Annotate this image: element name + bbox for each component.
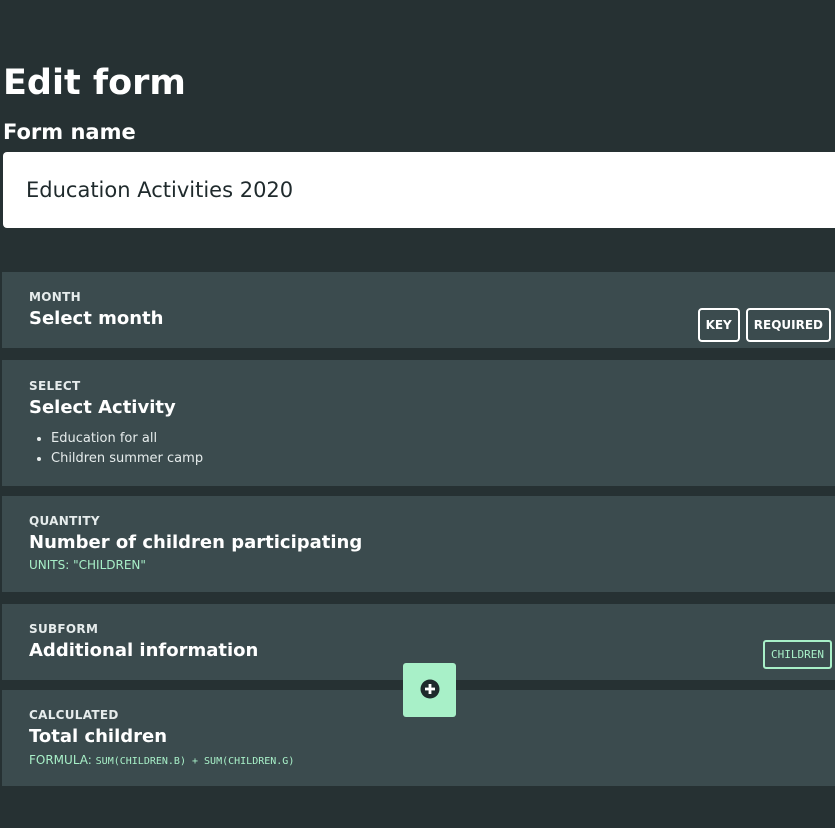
form-name-input[interactable] — [3, 152, 835, 228]
key-badge[interactable]: KEY — [697, 308, 740, 342]
field-type: SUBFORM — [29, 622, 99, 636]
units-text: UNITS: "CHILDREN" — [29, 558, 146, 572]
field-card-quantity[interactable]: QUANTITY Number of children participatin… — [2, 496, 835, 592]
subform-code-badge[interactable]: CHILDREN — [763, 640, 832, 669]
field-card-select[interactable]: SELECT Select Activity Education for all… — [2, 360, 835, 486]
option-list: Education for all Children summer camp — [29, 429, 203, 469]
form-name-label: Form name — [3, 120, 136, 144]
formula-text: FORMULA: SUM(CHILDREN.B) + SUM(CHILDREN.… — [29, 753, 294, 767]
field-badges: KEY REQUIRED — [697, 308, 831, 342]
field-title: Total children — [29, 726, 168, 747]
page-title: Edit form — [3, 63, 186, 103]
field-type: MONTH — [29, 290, 81, 304]
field-type: SELECT — [29, 379, 81, 393]
field-title: Number of children participating — [29, 532, 363, 553]
field-title: Additional information — [29, 640, 259, 661]
formula-expression: SUM(CHILDREN.B) + SUM(CHILDREN.G) — [95, 756, 295, 767]
field-type: QUANTITY — [29, 514, 100, 528]
edit-form-page: Edit form Form name MONTH Select month K… — [0, 0, 835, 828]
plus-circle-icon — [420, 679, 440, 702]
field-card-month[interactable]: MONTH Select month KEY REQUIRED — [2, 272, 835, 348]
required-badge[interactable]: REQUIRED — [745, 308, 831, 342]
field-type: CALCULATED — [29, 708, 119, 722]
list-item: Children summer camp — [51, 449, 203, 469]
add-field-button[interactable] — [403, 663, 456, 717]
field-title: Select month — [29, 308, 164, 329]
field-title: Select Activity — [29, 397, 176, 418]
list-item: Education for all — [51, 429, 203, 449]
formula-label: FORMULA: — [29, 753, 92, 767]
